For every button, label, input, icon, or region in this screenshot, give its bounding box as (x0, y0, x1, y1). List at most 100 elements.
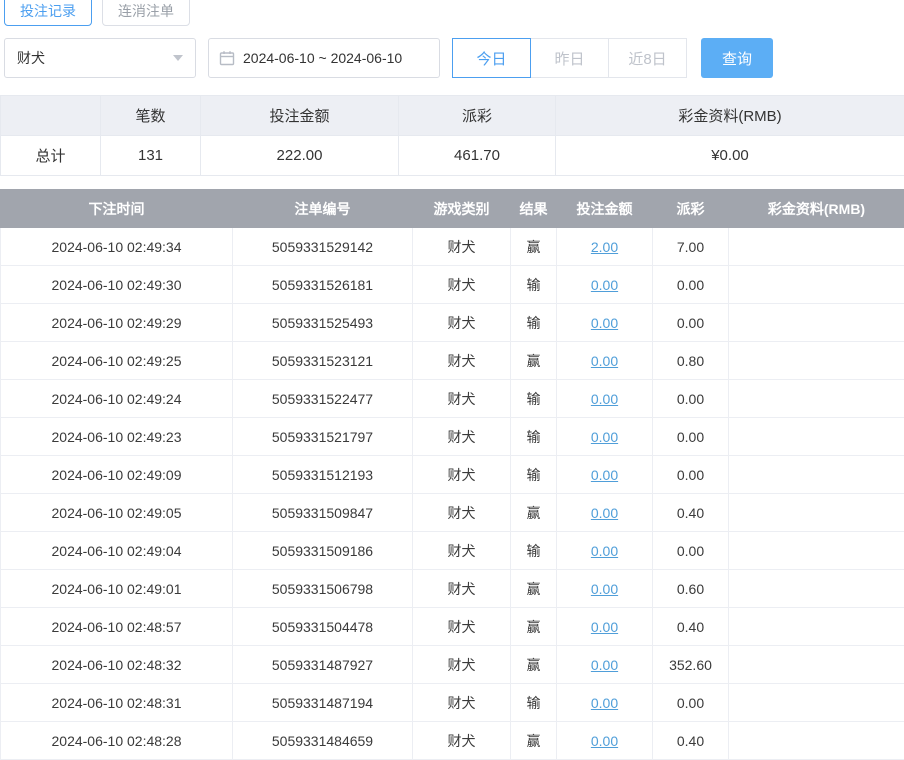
game-type-cell: 财犬 (413, 684, 511, 722)
table-row: 2024-06-10 02:49:095059331512193财犬输0.000… (1, 456, 904, 494)
result-cell: 输 (511, 266, 557, 304)
result-cell: 赢 (511, 342, 557, 380)
records-table-body: 2024-06-10 02:49:345059331529142财犬赢2.007… (1, 228, 904, 760)
bet-amount-link[interactable]: 0.00 (591, 505, 618, 521)
summary-count-value: 131 (101, 136, 201, 176)
payout-cell: 0.00 (653, 418, 729, 456)
game-select[interactable]: 财犬 (4, 38, 196, 78)
header-payout: 派彩 (653, 190, 729, 228)
bonus-cell (729, 342, 904, 380)
game-type-cell: 财犬 (413, 646, 511, 684)
bet-amount-link[interactable]: 0.00 (591, 657, 618, 673)
bet-amount-link[interactable]: 0.00 (591, 467, 618, 483)
bet-time-cell: 2024-06-10 02:49:25 (1, 342, 233, 380)
result-cell: 输 (511, 418, 557, 456)
table-row: 2024-06-10 02:48:285059331484659财犬赢0.000… (1, 722, 904, 760)
game-type-cell: 财犬 (413, 570, 511, 608)
order-id-cell: 5059331487927 (233, 646, 413, 684)
order-id-cell: 5059331509847 (233, 494, 413, 532)
bet-amount-link[interactable]: 0.00 (591, 353, 618, 369)
table-row: 2024-06-10 02:49:245059331522477财犬输0.000… (1, 380, 904, 418)
game-type-cell: 财犬 (413, 494, 511, 532)
date-range-input[interactable]: 2024-06-10 ~ 2024-06-10 (208, 38, 440, 78)
order-id-cell: 5059331484659 (233, 722, 413, 760)
bonus-cell (729, 266, 904, 304)
table-row: 2024-06-10 02:49:255059331523121财犬赢0.000… (1, 342, 904, 380)
bet-amount-link[interactable]: 0.00 (591, 315, 618, 331)
table-row: 2024-06-10 02:48:325059331487927财犬赢0.003… (1, 646, 904, 684)
tab-bet-records[interactable]: 投注记录 (4, 0, 92, 26)
bet-time-cell: 2024-06-10 02:49:30 (1, 266, 233, 304)
result-cell: 赢 (511, 722, 557, 760)
bet-amount-link[interactable]: 0.00 (591, 543, 618, 559)
bonus-cell (729, 722, 904, 760)
order-id-cell: 5059331506798 (233, 570, 413, 608)
bet-time-cell: 2024-06-10 02:48:31 (1, 684, 233, 722)
bet-amount-link[interactable]: 0.00 (591, 733, 618, 749)
result-cell: 输 (511, 456, 557, 494)
game-type-cell: 财犬 (413, 266, 511, 304)
order-id-cell: 5059331509186 (233, 532, 413, 570)
table-row: 2024-06-10 02:49:045059331509186财犬输0.000… (1, 532, 904, 570)
quick-date-buttons: 今日 昨日 近8日 (452, 38, 687, 78)
bet-time-cell: 2024-06-10 02:49:23 (1, 418, 233, 456)
bet-amount-link[interactable]: 0.00 (591, 581, 618, 597)
payout-cell: 0.40 (653, 608, 729, 646)
game-type-cell: 财犬 (413, 304, 511, 342)
order-id-cell: 5059331523121 (233, 342, 413, 380)
top-tabs: 投注记录 连消注单 (4, 0, 904, 26)
payout-cell: 0.00 (653, 266, 729, 304)
summary-header-row: 笔数 投注金额 派彩 彩金资料(RMB) (1, 96, 904, 136)
bet-time-cell: 2024-06-10 02:49:09 (1, 456, 233, 494)
tab-chain-cancel-orders[interactable]: 连消注单 (102, 0, 190, 26)
payout-cell: 7.00 (653, 228, 729, 266)
game-type-cell: 财犬 (413, 532, 511, 570)
bet-time-cell: 2024-06-10 02:49:01 (1, 570, 233, 608)
table-row: 2024-06-10 02:49:345059331529142财犬赢2.007… (1, 228, 904, 266)
bet-amount-link[interactable]: 0.00 (591, 429, 618, 445)
summary-header-payout: 派彩 (399, 96, 556, 136)
bet-amount-cell: 2.00 (557, 228, 653, 266)
bet-time-cell: 2024-06-10 02:49:04 (1, 532, 233, 570)
order-id-cell: 5059331504478 (233, 608, 413, 646)
bet-amount-link[interactable]: 0.00 (591, 695, 618, 711)
bonus-cell (729, 532, 904, 570)
chevron-down-icon (173, 55, 183, 61)
bonus-cell (729, 684, 904, 722)
bet-amount-link[interactable]: 2.00 (591, 239, 618, 255)
yesterday-button[interactable]: 昨日 (530, 38, 609, 78)
table-row: 2024-06-10 02:49:305059331526181财犬输0.000… (1, 266, 904, 304)
bet-amount-cell: 0.00 (557, 342, 653, 380)
today-button[interactable]: 今日 (452, 38, 531, 78)
header-bet-time: 下注时间 (1, 190, 233, 228)
payout-cell: 0.40 (653, 722, 729, 760)
bonus-cell (729, 380, 904, 418)
bet-time-cell: 2024-06-10 02:49:34 (1, 228, 233, 266)
order-id-cell: 5059331512193 (233, 456, 413, 494)
summary-payout-value: 461.70 (399, 136, 556, 176)
bet-amount-cell: 0.00 (557, 646, 653, 684)
bet-amount-link[interactable]: 0.00 (591, 391, 618, 407)
bonus-cell (729, 418, 904, 456)
order-id-cell: 5059331522477 (233, 380, 413, 418)
result-cell: 输 (511, 380, 557, 418)
header-bet-amount: 投注金额 (557, 190, 653, 228)
search-button[interactable]: 查询 (701, 38, 773, 78)
bet-amount-link[interactable]: 0.00 (591, 619, 618, 635)
game-type-cell: 财犬 (413, 228, 511, 266)
bet-amount-cell: 0.00 (557, 266, 653, 304)
order-id-cell: 5059331487194 (233, 684, 413, 722)
records-header-row: 下注时间 注单编号 游戏类别 结果 投注金额 派彩 彩金资料(RMB) (1, 190, 904, 228)
result-cell: 赢 (511, 608, 557, 646)
result-cell: 输 (511, 684, 557, 722)
bet-amount-link[interactable]: 0.00 (591, 277, 618, 293)
payout-cell: 0.60 (653, 570, 729, 608)
last-8-days-button[interactable]: 近8日 (608, 38, 687, 78)
bet-amount-cell: 0.00 (557, 304, 653, 342)
game-type-cell: 财犬 (413, 380, 511, 418)
order-id-cell: 5059331525493 (233, 304, 413, 342)
summary-total-row: 总计 131 222.00 461.70 ¥0.00 (1, 136, 904, 176)
bet-time-cell: 2024-06-10 02:49:05 (1, 494, 233, 532)
order-id-cell: 5059331521797 (233, 418, 413, 456)
game-select-value: 财犬 (17, 48, 45, 68)
